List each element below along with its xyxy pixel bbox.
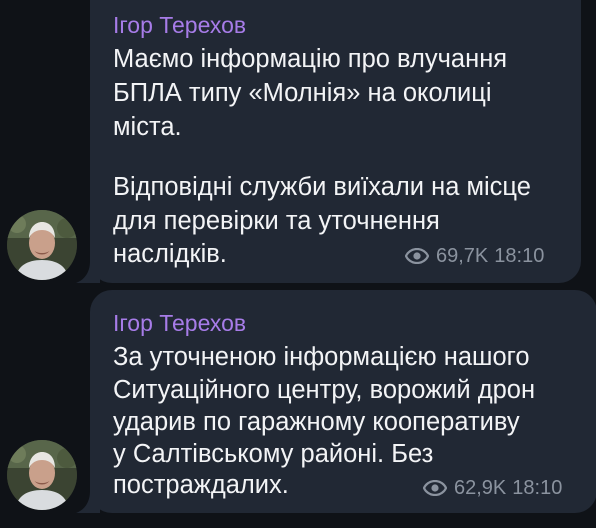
- sender-name[interactable]: Ігор Терехов: [113, 309, 246, 337]
- message-time: 18:10: [494, 245, 545, 267]
- avatar[interactable]: [7, 210, 77, 280]
- eye-icon: [423, 480, 447, 496]
- message-text-line: Маємо інформацію про влучання: [113, 45, 508, 73]
- message-text-line: За уточненою інформацією нашого: [113, 343, 530, 371]
- bubble-tail: [76, 491, 100, 513]
- message[interactable]: Ігор Терехов Маємо інформацію про влучан…: [0, 0, 596, 290]
- avatar-photo: [7, 440, 77, 510]
- message-time: 18:10: [512, 477, 563, 499]
- message-text-line: постраждалих.: [113, 471, 289, 499]
- avatar-photo: [7, 210, 77, 280]
- message[interactable]: Ігор Терехов За уточненою інформацією на…: [0, 290, 596, 528]
- message-text-line: ударив по гаражному кооперативу: [113, 408, 520, 436]
- eye-icon: [405, 248, 429, 264]
- message-meta: 69,7K 18:10: [405, 244, 544, 268]
- message-text-line: Відповідні служби виїхали на місце: [113, 173, 531, 201]
- view-count: 69,7K: [436, 245, 489, 267]
- message-text-line: у Салтівському районі. Без: [113, 440, 434, 468]
- sender-name[interactable]: Ігор Терехов: [113, 11, 246, 39]
- bubble-tail: [76, 261, 100, 283]
- view-count: 62,9K: [454, 477, 507, 499]
- message-text-line: Ситуаційного центру, ворожий дрон: [113, 376, 536, 404]
- message-text-line: наслідків.: [113, 240, 227, 268]
- message-text-line: міста.: [113, 113, 182, 141]
- message-meta: 62,9K 18:10: [423, 476, 562, 500]
- message-text-line: для перевірки та уточнення: [113, 207, 440, 235]
- message-text-line: БПЛА типу «Молнія» на околиці: [113, 79, 492, 107]
- avatar[interactable]: [7, 440, 77, 510]
